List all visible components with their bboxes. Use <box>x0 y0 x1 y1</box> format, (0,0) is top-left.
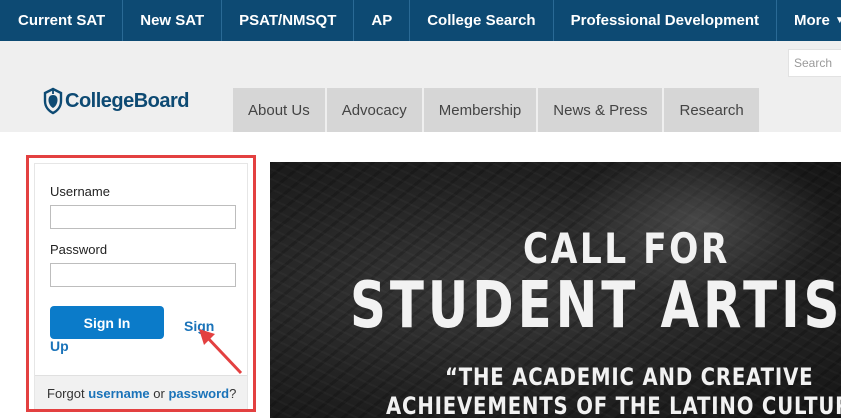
hero-line-4: ACHIEVEMENTS OF THE LATINO CULTURE <box>386 392 841 418</box>
acorn-shield-icon <box>43 87 63 115</box>
password-label: Password <box>50 242 108 257</box>
sub-nav-item-about-us[interactable]: About Us <box>233 88 327 132</box>
sub-nav-item-research[interactable]: Research <box>664 88 761 132</box>
sub-nav-item-advocacy[interactable]: Advocacy <box>326 88 424 132</box>
forgot-credentials: Forgot username or password? <box>35 375 247 409</box>
chevron-down-icon: ▼ <box>834 15 841 26</box>
login-form: Username Password Sign In Sign Up Forgot… <box>34 163 248 409</box>
top-nav-item-college-search[interactable]: College Search <box>410 0 554 41</box>
username-field[interactable] <box>50 205 236 229</box>
hero-line-2: STUDENT ARTIST <box>350 269 841 343</box>
top-nav-item-psat-nmsqt[interactable]: PSAT/NMSQT <box>222 0 355 41</box>
logo-text: CollegeBoard <box>65 89 190 112</box>
forgot-prefix: Forgot <box>47 386 85 401</box>
login-highlight-box: Username Password Sign In Sign Up Forgot… <box>26 155 256 412</box>
search-input[interactable] <box>788 49 841 77</box>
college-board-logo[interactable]: CollegeBoard <box>42 86 190 116</box>
top-nav-item-more[interactable]: More ▼ <box>777 0 841 41</box>
forgot-password-link[interactable]: password <box>168 386 229 401</box>
password-field[interactable] <box>50 263 236 287</box>
sub-nav-item-news-press[interactable]: News & Press <box>538 88 665 132</box>
hero-line-1: CALL FOR <box>523 224 730 273</box>
top-nav-item-current-sat[interactable]: Current SAT <box>0 0 124 41</box>
top-nav-item-ap[interactable]: AP <box>354 0 411 41</box>
hero-line-3: “THE ACADEMIC AND CREATIVE <box>445 363 814 391</box>
sub-nav-item-membership[interactable]: Membership <box>423 88 539 132</box>
hero-banner[interactable]: CALL FOR STUDENT ARTIST “THE ACADEMIC AN… <box>270 162 841 418</box>
forgot-or: or <box>153 386 165 401</box>
sub-nav: About Us Advocacy Membership News & Pres… <box>233 88 761 132</box>
sign-up-word-1: Sign <box>184 318 215 334</box>
username-label: Username <box>50 184 110 199</box>
top-nav: Current SAT New SAT PSAT/NMSQT AP Colleg… <box>0 0 841 41</box>
more-label: More <box>794 12 830 29</box>
forgot-suffix: ? <box>229 386 237 401</box>
forgot-username-link[interactable]: username <box>88 386 149 401</box>
top-nav-item-professional-development[interactable]: Professional Development <box>554 0 777 41</box>
sign-up-word-2: Up <box>50 338 69 354</box>
top-nav-item-new-sat[interactable]: New SAT <box>123 0 223 41</box>
